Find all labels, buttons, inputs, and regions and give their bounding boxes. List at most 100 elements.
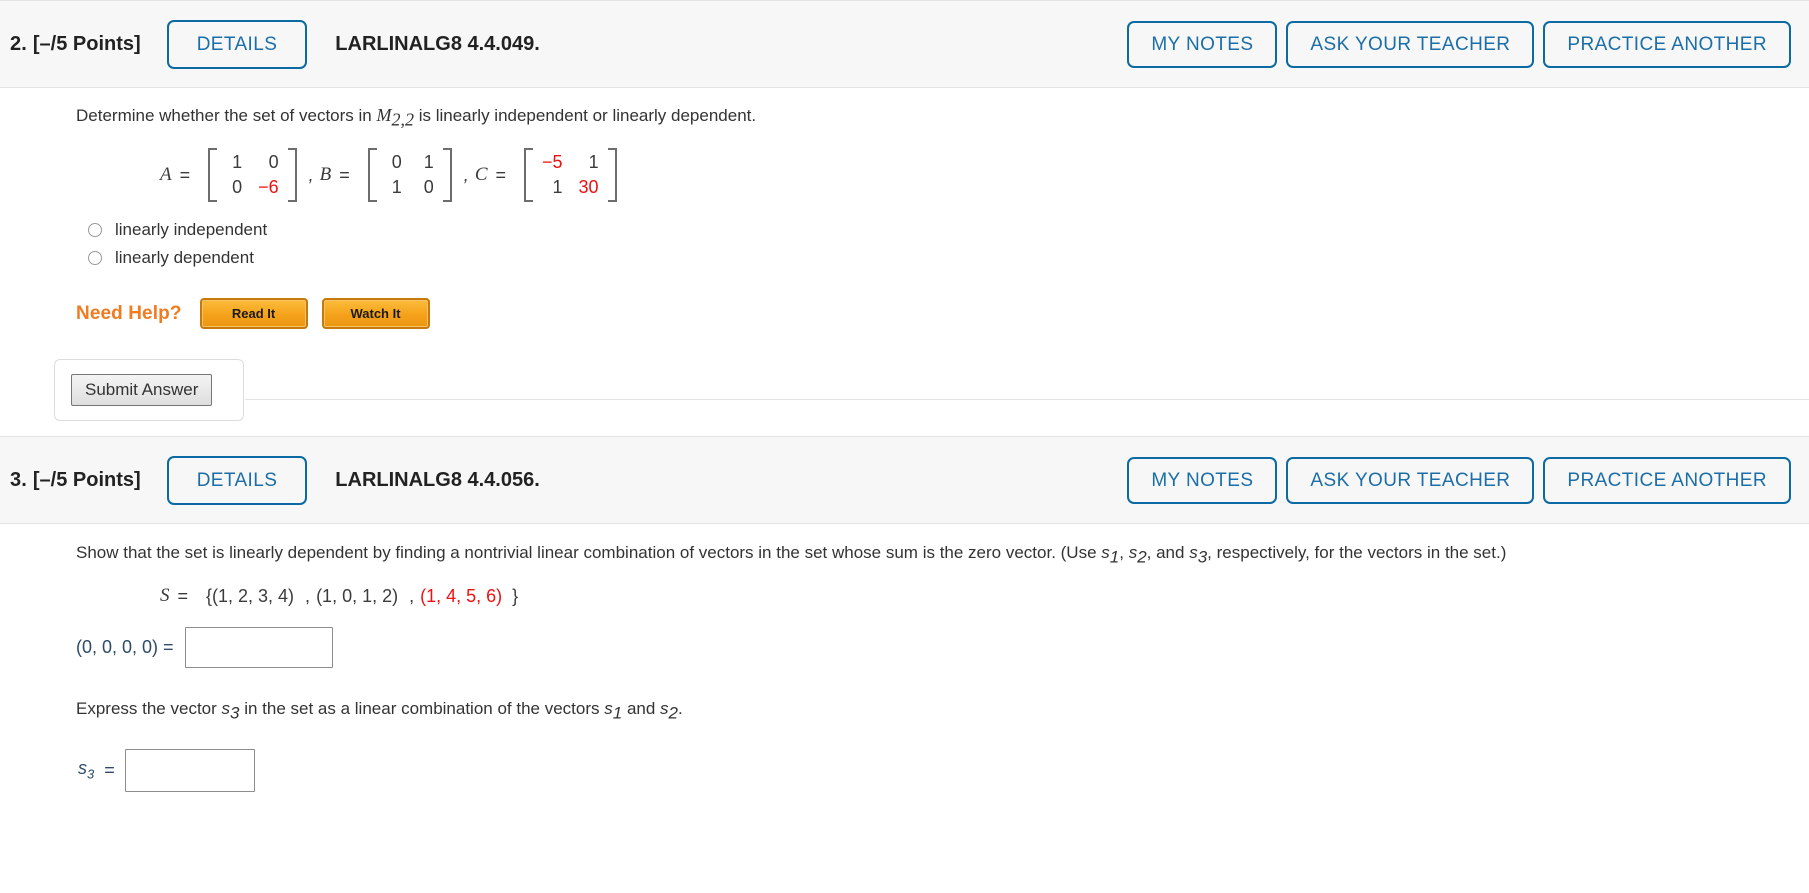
zero-vector-input[interactable]: [184, 627, 333, 669]
header-actions: MY NOTES ASK YOUR TEACHER PRACTICE ANOTH…: [1127, 456, 1791, 504]
s3-input[interactable]: [124, 748, 255, 792]
prompt-s3: s: [1189, 543, 1198, 563]
matrix-cell: 1: [552, 177, 563, 198]
matrix-B-grid: 0 1 1 0: [377, 148, 443, 202]
bracket-left-icon: [524, 148, 534, 203]
set-vector: (1, 2, 3, 4): [212, 585, 295, 606]
prompt-matrix-space-sub: 2,2: [391, 109, 414, 130]
header-actions: MY NOTES ASK YOUR TEACHER PRACTICE ANOTH…: [1127, 20, 1791, 68]
s3-answer-row: s3 =: [0, 727, 1809, 792]
practice-another-button[interactable]: PRACTICE ANOTHER: [1543, 20, 1791, 68]
matrix-equals-C: =: [495, 164, 507, 185]
prompt-s2-sub: 2: [1137, 547, 1147, 567]
express-s2: s: [660, 699, 669, 719]
read-it-button[interactable]: Read It: [199, 298, 308, 330]
prompt-sep2: , and: [1146, 543, 1190, 563]
express-s1: s: [604, 699, 613, 719]
matrix-label-A: A: [160, 164, 172, 186]
express-text-part2: in the set as a linear combination of th…: [239, 699, 605, 719]
bracket-right-icon: [607, 148, 617, 203]
express-s1-sub: 1: [612, 703, 623, 723]
my-notes-button[interactable]: MY NOTES: [1127, 456, 1278, 504]
prompt-text-before: Determine whether the set of vectors in: [76, 106, 377, 125]
problem-code: LARLINALG8 4.4.049.: [335, 32, 540, 55]
choice-label: linearly dependent: [115, 248, 254, 268]
set-open-brace: {: [206, 585, 213, 606]
matrix-cell: 1: [232, 152, 243, 173]
problem-code: LARLINALG8 4.4.056.: [335, 468, 540, 491]
express-s3: s: [221, 699, 231, 719]
express-s2-sub: 2: [668, 703, 678, 723]
bracket-left-icon: [367, 148, 377, 203]
matrix-separator: ,: [463, 164, 469, 185]
matrix-A: 1 0 0 −6: [198, 146, 307, 204]
matrix-cell: −6: [258, 177, 279, 198]
matrix-B: 0 1 1 0: [358, 146, 462, 204]
choice-linearly-independent[interactable]: linearly independent: [88, 220, 1809, 240]
submit-divider: [245, 399, 1809, 401]
matrix-cell: 1: [423, 152, 434, 173]
choice-label: linearly independent: [115, 220, 268, 240]
problem-header-3: 3. [–/5 Points] DETAILS LARLINALG8 4.4.0…: [0, 436, 1809, 525]
express-text-end: .: [678, 699, 683, 719]
watch-it-button[interactable]: Watch It: [321, 298, 430, 330]
matrix-cell: 0: [232, 177, 243, 198]
choice-linearly-dependent[interactable]: linearly dependent: [88, 248, 1809, 268]
set-vector: (1, 0, 1, 2): [316, 585, 399, 606]
matrix-separator: ,: [308, 164, 314, 185]
need-help-label: Need Help?: [76, 302, 182, 324]
express-instruction: Express the vector s3 in the set as a li…: [0, 668, 1800, 727]
practice-another-button[interactable]: PRACTICE ANOTHER: [1543, 456, 1791, 504]
problem-body-3: Show that the set is linearly dependent …: [0, 524, 1809, 792]
submit-answer-panel: Submit Answer: [54, 359, 244, 422]
matrix-equals-B: =: [339, 164, 350, 185]
need-help-section: Need Help? Read It Watch It: [0, 276, 1809, 330]
s3-label-sub: 3: [87, 767, 95, 783]
matrix-A-grid: 1 0 0 −6: [217, 148, 288, 202]
ask-your-teacher-button[interactable]: ASK YOUR TEACHER: [1286, 456, 1535, 504]
bracket-left-icon: [208, 148, 218, 203]
problem-number: 2.: [10, 32, 27, 55]
s3-equals: =: [104, 759, 115, 780]
s3-label: s3: [78, 758, 94, 782]
matrix-display-row: A = 1 0 0 −6 , B = 0 1 1 0 , C = −5 1 1 …: [0, 134, 1809, 208]
matrix-cell: 30: [578, 177, 599, 198]
prompt-text-part2: , respectively, for the vectors in the s…: [1207, 543, 1507, 563]
zero-vector-answer-row: (0, 0, 0, 0) =: [0, 611, 1809, 669]
express-text-mid: and: [622, 699, 661, 719]
matrix-C-grid: −5 1 1 30: [533, 148, 608, 202]
set-vector-separator: ,: [409, 585, 415, 606]
matrix-cell: 0: [268, 152, 279, 173]
my-notes-button[interactable]: MY NOTES: [1127, 20, 1278, 68]
ask-your-teacher-button[interactable]: ASK YOUR TEACHER: [1286, 20, 1535, 68]
prompt-s3-sub: 3: [1197, 547, 1208, 567]
problem-prompt-3: Show that the set is linearly dependent …: [0, 524, 1800, 571]
matrix-equals-A: =: [179, 164, 191, 185]
matrix-cell: −5: [542, 152, 563, 173]
details-button[interactable]: DETAILS: [166, 455, 308, 505]
matrix-label-B: B: [319, 164, 332, 186]
prompt-s1: s: [1101, 543, 1110, 563]
matrix-cell: 1: [391, 177, 402, 198]
radio-icon[interactable]: [88, 251, 102, 266]
matrix-C: −5 1 1 30: [514, 146, 627, 204]
matrix-label-C: C: [474, 164, 488, 186]
problem-prompt-2: Determine whether the set of vectors in …: [0, 88, 1800, 134]
s3-label-base: s: [78, 758, 87, 779]
problem-points: [–/5 Points]: [32, 468, 141, 491]
set-definition-line: S = { (1, 2, 3, 4) , (1, 0, 1, 2) , (1, …: [0, 571, 1809, 611]
submit-answer-button[interactable]: Submit Answer: [71, 374, 213, 407]
details-button[interactable]: DETAILS: [166, 19, 308, 69]
matrix-cell: 0: [391, 152, 402, 173]
problem-points: [–/5 Points]: [32, 32, 141, 55]
radio-icon[interactable]: [88, 223, 102, 238]
matrix-cell: 0: [423, 177, 434, 198]
prompt-matrix-space-var: M: [376, 105, 392, 125]
prompt-text-part1: Show that the set is linearly dependent …: [76, 543, 1102, 563]
problem-header-2: 2. [–/5 Points] DETAILS LARLINALG8 4.4.0…: [0, 0, 1809, 88]
section-spacer: [0, 400, 1809, 437]
express-text-part1: Express the vector: [76, 699, 222, 719]
bracket-right-icon: [287, 148, 297, 203]
prompt-s1-sub: 1: [1109, 547, 1120, 567]
set-vector: (1, 4, 5, 6): [420, 585, 503, 606]
